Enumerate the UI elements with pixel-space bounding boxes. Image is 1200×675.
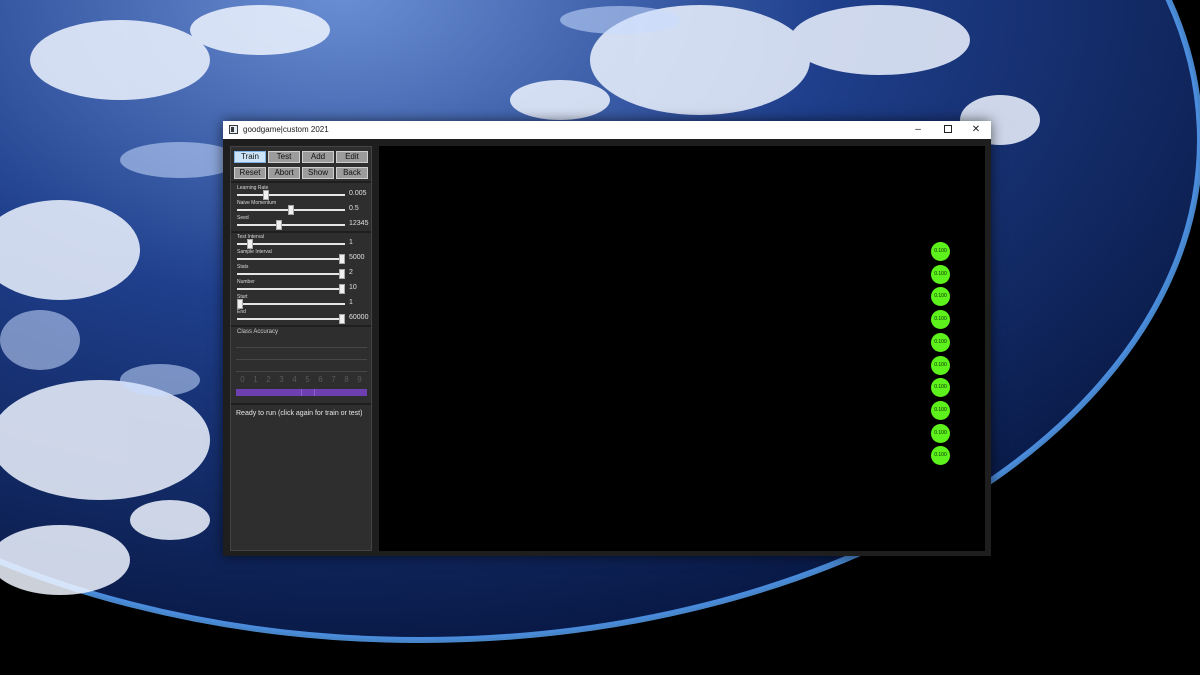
slider-thumb[interactable] — [237, 299, 243, 309]
test-button[interactable]: Test — [268, 151, 300, 163]
slider-value: 1 — [349, 299, 353, 306]
output-node[interactable]: 0.100 — [931, 287, 950, 307]
slider-value: 12345 — [349, 220, 369, 227]
output-node[interactable]: 0.100 — [931, 378, 950, 398]
naive-momentum-slider[interactable]: Naive Momentum 0.5 — [237, 200, 369, 215]
output-node[interactable]: 0.100 — [931, 423, 950, 443]
output-node[interactable]: 0.100 — [931, 310, 950, 330]
bar-divider — [301, 389, 302, 396]
slider-track[interactable] — [237, 243, 345, 245]
slider-thumb[interactable] — [339, 269, 345, 279]
class-digit-7: 7 — [331, 375, 336, 384]
slider-track[interactable] — [237, 303, 345, 305]
output-node[interactable]: 0.100 — [931, 446, 950, 466]
output-node[interactable]: 0.100 — [931, 242, 950, 261]
back-button[interactable]: Back — [336, 167, 368, 179]
grid-line — [236, 371, 367, 372]
show-button[interactable]: Show — [302, 167, 334, 179]
slider-track[interactable] — [237, 258, 345, 260]
app-window: goodgame|custom 2021 – ✕ Train Test Add … — [223, 121, 991, 556]
slider-thumb[interactable] — [275, 220, 282, 230]
accuracy-grid — [236, 339, 367, 377]
slider-label: End — [237, 309, 246, 315]
class-digit-0: 0 — [240, 375, 245, 384]
slider-track[interactable] — [237, 224, 345, 226]
bar-divider — [314, 389, 315, 396]
maximize-icon — [944, 125, 952, 134]
maximize-button[interactable] — [933, 121, 963, 139]
slider-label: Number — [237, 279, 255, 285]
app-icon — [229, 125, 238, 134]
class-digit-3: 3 — [279, 375, 284, 384]
slider-thumb[interactable] — [339, 314, 345, 324]
slider-value: 0.005 — [349, 190, 367, 197]
slider-thumb[interactable] — [339, 284, 345, 294]
slider-value: 10 — [349, 284, 357, 291]
class-digit-8: 8 — [344, 375, 349, 384]
reset-button[interactable]: Reset — [234, 167, 266, 179]
end-slider[interactable]: End 60000 — [237, 309, 369, 324]
stats-slider[interactable]: Stats 2 — [237, 264, 369, 279]
output-node[interactable]: 0.100 — [931, 264, 950, 284]
class-accuracy-panel: Class Accuracy 0123456789 — [231, 327, 371, 405]
slider-track[interactable] — [237, 318, 345, 320]
slider-track[interactable] — [237, 273, 345, 275]
sample-interval-slider[interactable]: Sample Interval 5000 — [237, 249, 369, 264]
slider-value: 1 — [349, 239, 353, 246]
slider-value: 5000 — [349, 254, 365, 261]
grid-line — [236, 359, 367, 360]
slider-label: Sample Interval — [237, 249, 272, 255]
train-button[interactable]: Train — [234, 151, 266, 163]
minimize-button[interactable]: – — [903, 121, 933, 139]
status-panel: Ready to run (click again for train or t… — [231, 405, 371, 550]
close-button[interactable]: ✕ — [961, 121, 991, 139]
class-digit-4: 4 — [292, 375, 297, 384]
class-digit-6: 6 — [318, 375, 323, 384]
learning-rate-slider[interactable]: Learning Rate 0.005 — [237, 185, 369, 200]
slider-label: Naive Momentum — [237, 200, 277, 206]
class-digit-2: 2 — [266, 375, 271, 384]
class-accuracy-label: Class Accuracy — [237, 329, 279, 335]
slider-value: 0.5 — [349, 205, 359, 212]
add-button[interactable]: Add — [302, 151, 334, 163]
class-digit-9: 9 — [357, 375, 362, 384]
slider-track[interactable] — [237, 194, 345, 196]
slider-label: Stats — [237, 264, 249, 270]
number-slider[interactable]: Number 10 — [237, 279, 369, 294]
slider-value: 60000 — [349, 314, 369, 321]
output-node[interactable]: 0.100 — [931, 332, 950, 352]
class-digit-5: 5 — [305, 375, 310, 384]
slider-thumb[interactable] — [247, 239, 254, 249]
window-title: goodgame|custom 2021 — [243, 125, 329, 134]
title-bar[interactable]: goodgame|custom 2021 – ✕ — [223, 121, 991, 139]
training-params: Learning Rate 0.005 Naive Momentum 0.5 S… — [231, 183, 371, 233]
network-canvas[interactable]: 0.100 0.100 0.100 0.100 0.100 0.100 0.100 0.100… — [379, 146, 985, 551]
slider-label: Seed — [237, 215, 249, 221]
edit-button[interactable]: Edit — [336, 151, 368, 163]
start-slider[interactable]: Start 1 — [237, 294, 369, 309]
accuracy-bar — [236, 389, 367, 396]
action-buttons: Train Test Add Edit Reset Abort Show Bac… — [231, 147, 371, 183]
seed-slider[interactable]: Seed 12345 — [237, 215, 369, 230]
control-panel: Train Test Add Edit Reset Abort Show Bac… — [230, 146, 372, 551]
output-node[interactable]: 0.100 — [931, 355, 950, 375]
grid-line — [236, 347, 367, 348]
status-text: Ready to run (click again for train or t… — [236, 410, 363, 417]
slider-thumb[interactable] — [288, 205, 294, 215]
slider-track[interactable] — [237, 288, 345, 290]
class-digit-labels: 0123456789 — [236, 375, 367, 385]
test-interval-slider[interactable]: Test Interval 1 — [237, 234, 369, 249]
slider-thumb[interactable] — [339, 254, 345, 264]
abort-button[interactable]: Abort — [268, 167, 300, 179]
run-params: Test Interval 1 Sample Interval 5000 Sta… — [231, 233, 371, 327]
slider-thumb[interactable] — [262, 190, 269, 200]
class-digit-1: 1 — [253, 375, 258, 384]
slider-value: 2 — [349, 269, 353, 276]
output-node[interactable]: 0.100 — [931, 400, 950, 420]
